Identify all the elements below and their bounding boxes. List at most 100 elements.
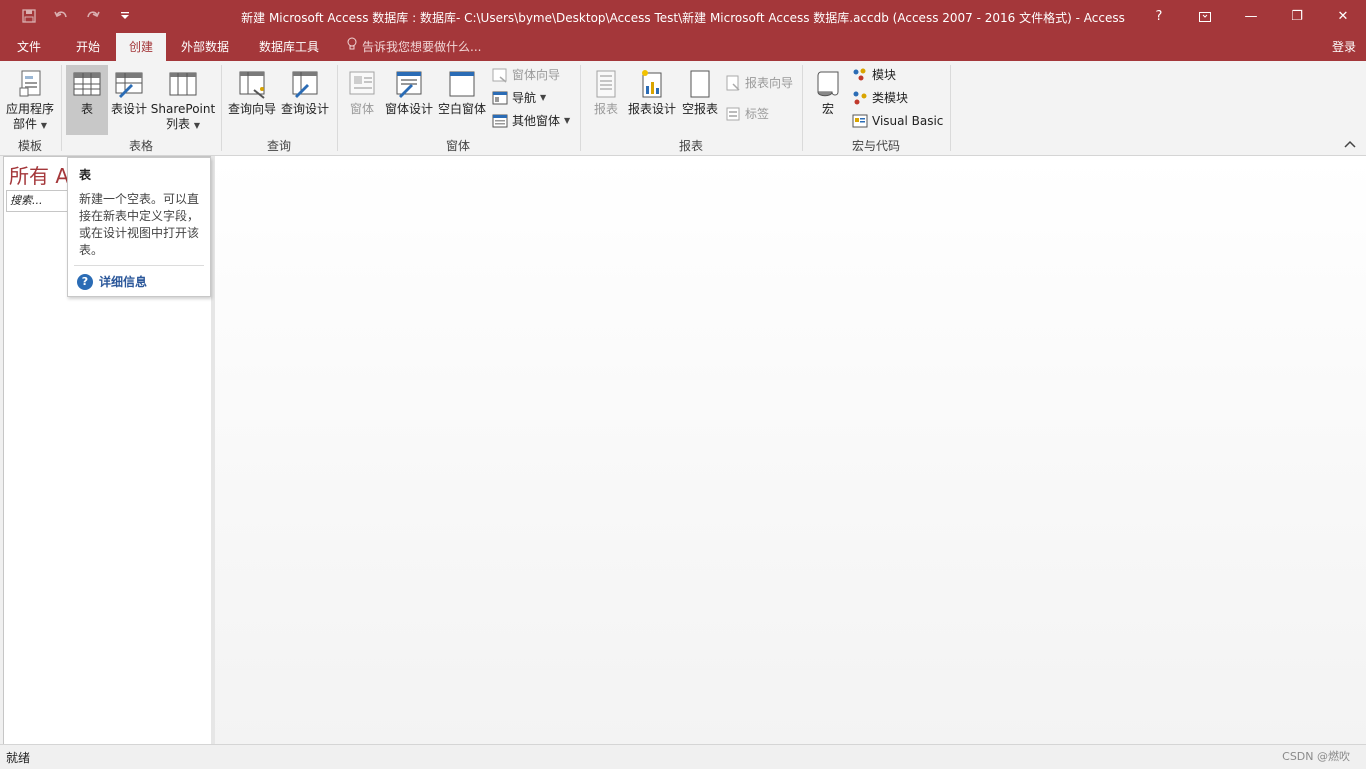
blank-form-label: 空白窗体: [437, 102, 486, 116]
report-design-icon: [636, 68, 668, 100]
blank-report-icon: [684, 68, 716, 100]
module-button[interactable]: 模块: [852, 65, 896, 85]
dropdown-caret-icon: ▼: [40, 121, 47, 130]
more-forms-button[interactable]: 其他窗体 ▼: [492, 111, 570, 131]
watermark: CSDN @燃吹: [1282, 750, 1350, 763]
tooltip-title: 表: [79, 168, 92, 182]
macro-scroll-icon: [812, 68, 844, 100]
report-design-label: 报表设计: [627, 102, 676, 116]
labels-button[interactable]: 标签: [725, 104, 769, 124]
collapse-ribbon-icon[interactable]: [1344, 138, 1358, 152]
class-module-label: 类模块: [872, 91, 909, 105]
report-wizard-icon: [725, 75, 741, 91]
group-label-queries: 查询: [266, 139, 291, 153]
more-forms-label: 其他窗体: [512, 114, 561, 128]
status-bar: 就绪 CSDN @燃吹: [0, 744, 1366, 769]
form-wizard-icon: [492, 67, 508, 83]
form-wizard-label: 窗体向导: [512, 68, 561, 82]
blank-form-icon: [446, 68, 478, 100]
query-wizard-icon: [236, 68, 268, 100]
blank-report-button[interactable]: 空报表: [679, 65, 721, 135]
group-label-tables: 表格: [128, 139, 153, 153]
module-label: 模块: [872, 68, 897, 82]
tooltip-body: 新建一个空表。可以直接在新表中定义字段，或在设计视图中打开该表。: [79, 192, 200, 257]
group-separator: [221, 65, 222, 151]
tooltip-more-info-link[interactable]: ? 详细信息: [77, 273, 147, 290]
table-tooltip: 表 新建一个空表。可以直接在新表中定义字段，或在设计视图中打开该表。 ? 详细信…: [67, 157, 211, 297]
help-question-icon: ?: [77, 273, 93, 290]
module-icon: [852, 67, 868, 83]
navigation-icon: [492, 90, 508, 106]
application-parts-icon: [14, 68, 46, 100]
tab-create[interactable]: 创建: [116, 33, 166, 61]
window-controls: ? — ❐ ✕: [1136, 0, 1366, 33]
table-button[interactable]: 表: [66, 65, 108, 135]
form-wizard-button[interactable]: 窗体向导: [492, 65, 560, 85]
title-bar: 新建 Microsoft Access 数据库 : 数据库- C:\Users\…: [0, 0, 1366, 33]
ribbon: 应用程序 部件 ▼ 模板 表 表设计 SharePoint 列表 ▼ 表格 查询…: [0, 61, 1366, 156]
tab-file[interactable]: 文件: [8, 33, 50, 61]
application-parts-button[interactable]: 应用程序 部件 ▼: [3, 65, 57, 135]
ribbon-tab-bar: 文件 开始 创建 外部数据 数据库工具 告诉我您想要做什么... 登录: [0, 33, 1366, 61]
group-separator: [950, 65, 951, 151]
close-button[interactable]: ✕: [1320, 0, 1366, 33]
blank-form-button[interactable]: 空白窗体: [436, 65, 488, 135]
labels-icon: [725, 106, 741, 122]
status-text: 就绪: [6, 751, 31, 765]
form-design-label: 窗体设计: [384, 102, 433, 116]
table-label: 表: [80, 102, 93, 116]
group-label-macros-code: 宏与代码: [851, 139, 900, 153]
restore-button[interactable]: ❐: [1274, 0, 1320, 33]
visual-basic-icon: [852, 113, 868, 129]
tooltip-divider: [74, 265, 204, 266]
tell-me-box[interactable]: 告诉我您想要做什么...: [346, 33, 481, 61]
application-parts-label-2: 部件: [13, 117, 38, 131]
visual-basic-button[interactable]: Visual Basic: [852, 111, 943, 131]
report-wizard-label: 报表向导: [745, 76, 794, 90]
group-separator: [61, 65, 62, 151]
sharepoint-list-icon: [167, 68, 199, 100]
class-module-button[interactable]: 类模块: [852, 88, 908, 108]
query-design-button[interactable]: 查询设计: [279, 65, 331, 135]
tab-database-tools[interactable]: 数据库工具: [248, 33, 330, 61]
query-wizard-button[interactable]: 查询向导: [226, 65, 278, 135]
group-label-forms: 窗体: [445, 139, 470, 153]
group-separator: [337, 65, 338, 151]
ribbon-display-icon[interactable]: [1182, 0, 1228, 33]
tab-external-data[interactable]: 外部数据: [172, 33, 238, 61]
query-design-icon: [289, 68, 321, 100]
macro-button[interactable]: 宏: [808, 65, 848, 135]
report-button[interactable]: 报表: [586, 65, 626, 135]
nav-search-input[interactable]: 搜索...: [6, 190, 71, 212]
more-forms-icon: [492, 113, 508, 129]
table-icon: [71, 68, 103, 100]
navigation-button[interactable]: 导航 ▼: [492, 88, 546, 108]
lightbulb-icon: [346, 33, 358, 61]
form-label: 窗体: [349, 102, 374, 116]
sharepoint-label-2: 列表: [166, 117, 191, 131]
tab-home[interactable]: 开始: [66, 33, 110, 61]
navigation-label: 导航: [512, 91, 537, 105]
table-design-label: 表设计: [110, 102, 147, 116]
labels-label: 标签: [745, 107, 770, 121]
blank-report-label: 空报表: [681, 102, 718, 116]
nav-pane-title[interactable]: 所有 A: [9, 160, 69, 189]
table-design-icon: [113, 68, 145, 100]
form-design-button[interactable]: 窗体设计: [384, 65, 434, 135]
form-icon: [346, 68, 378, 100]
group-separator: [802, 65, 803, 151]
report-design-button[interactable]: 报表设计: [627, 65, 677, 135]
sign-in-link[interactable]: 登录: [1332, 33, 1356, 61]
tooltip-more-info-label: 详细信息: [99, 275, 148, 289]
minimize-button[interactable]: —: [1228, 0, 1274, 33]
report-wizard-button[interactable]: 报表向导: [725, 73, 793, 93]
form-design-icon: [393, 68, 425, 100]
dropdown-caret-icon: ▼: [540, 93, 547, 102]
help-button[interactable]: ?: [1136, 0, 1182, 33]
sharepoint-lists-button[interactable]: SharePoint 列表 ▼: [150, 65, 216, 135]
form-button[interactable]: 窗体: [342, 65, 382, 135]
table-design-button[interactable]: 表设计: [110, 65, 148, 135]
class-module-icon: [852, 90, 868, 106]
application-parts-label-1: 应用程序: [5, 102, 54, 116]
group-label-reports: 报表: [678, 139, 703, 153]
